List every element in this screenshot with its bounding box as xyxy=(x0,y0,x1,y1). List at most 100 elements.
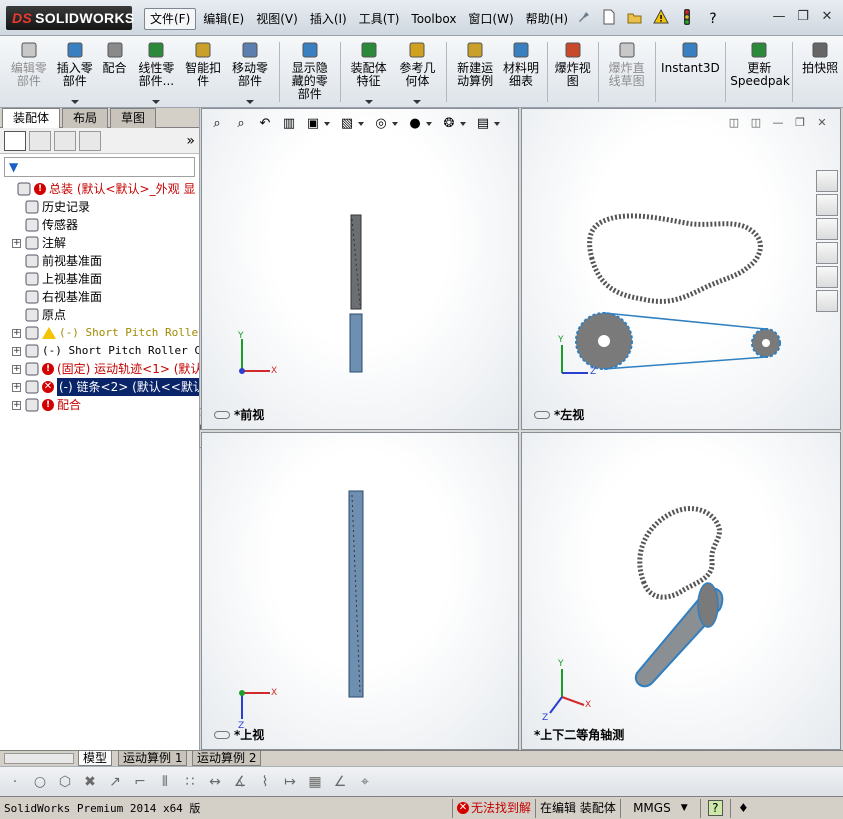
configuration-manager-tab-icon[interactable] xyxy=(54,131,76,151)
cmd-speedpak-button[interactable]: 更新 Speedpak xyxy=(730,36,790,106)
expand-icon[interactable]: + xyxy=(12,382,21,392)
viewport-front[interactable]: ⌕ ⌕ ↶ ▥ ▣ ▧ ◎ ● ❂ ▤ Y X *前视 xyxy=(201,108,519,430)
tag-icon[interactable]: ♦ xyxy=(729,798,756,818)
viewport-isometric[interactable]: Y X Z *上下二等角轴测 xyxy=(521,432,841,750)
menu-insert[interactable]: 插入(I) xyxy=(305,8,352,30)
menu-help[interactable]: 帮助(H) xyxy=(521,8,573,30)
feature-tree-filter[interactable]: ▼ xyxy=(4,157,195,177)
dropdown-arrow-icon[interactable] xyxy=(245,100,254,104)
menu-file[interactable]: 文件(F) xyxy=(144,8,197,30)
quick-snaps-icon[interactable]: ⌖ xyxy=(356,773,374,791)
grid-icon[interactable]: ▦ xyxy=(306,773,324,791)
feature-tree-item[interactable]: +! 配合 xyxy=(4,396,199,414)
cmd-move-component-button[interactable]: 移动零 部件 xyxy=(225,36,275,106)
dropdown-arrow-icon[interactable] xyxy=(364,100,373,104)
cmd-linear-pattern-button[interactable]: 线性零 部件... xyxy=(131,36,181,106)
cmd-assembly-feature-button[interactable]: 装配体 特征 xyxy=(345,36,393,106)
expand-icon[interactable]: + xyxy=(12,238,21,248)
feature-tree-item[interactable]: + (-) Short Pitch Roller xyxy=(4,324,199,342)
tab-motion-study-1[interactable]: 运动算例 1 xyxy=(118,751,188,766)
menu-toolbox[interactable]: Toolbox xyxy=(406,8,461,30)
circle-icon[interactable]: ○ xyxy=(31,773,49,791)
cmd-exploded-view-button[interactable]: 爆炸视 图 xyxy=(552,36,594,106)
dropdown-arrow-icon[interactable] xyxy=(152,100,161,104)
custom-properties-icon[interactable] xyxy=(816,290,838,312)
polygon-icon[interactable]: ⬡ xyxy=(56,773,74,791)
cmd-explode-line-sketch-button[interactable]: 爆炸直 线草图 xyxy=(603,36,651,106)
feature-tree-item[interactable]: + (-) Short Pitch Roller Cha xyxy=(4,342,199,360)
status-help[interactable]: ? xyxy=(699,798,730,818)
trim-icon[interactable]: ✖ xyxy=(81,773,99,791)
tab-sketch[interactable]: 草图 xyxy=(110,108,157,128)
expand-icon[interactable]: + xyxy=(12,346,21,356)
feature-tree-item[interactable]: 上视基准面 xyxy=(4,270,199,288)
cmd-reference-geometry-button[interactable]: 参考几 何体 xyxy=(392,36,442,106)
filter-icon[interactable]: ▼ xyxy=(9,160,18,174)
cmd-mate-button[interactable]: 配合 xyxy=(98,36,132,106)
feature-tree-item[interactable]: 传感器 xyxy=(4,216,199,234)
viewport-left[interactable]: ◫ ◫ — ❐ ✕ Y Z *左视 xyxy=(521,108,841,430)
horizontal-scrollbar[interactable] xyxy=(4,753,74,764)
display-manager-tab-icon[interactable] xyxy=(79,131,101,151)
feature-tree-item[interactable]: +! (固定) 运动轨迹<1> (默认 xyxy=(4,360,199,378)
link-views-icon[interactable] xyxy=(534,410,550,419)
feature-tree-item[interactable]: ! 总装 (默认<默认>_外观 显 xyxy=(4,180,199,198)
close-icon[interactable]: ✕ xyxy=(817,8,837,26)
status-units[interactable]: MMGS ▼ xyxy=(619,798,700,818)
cmd-snapshot-button[interactable]: 拍快照 xyxy=(797,36,843,106)
link-views-icon[interactable] xyxy=(214,730,230,739)
traffic-light-icon[interactable] xyxy=(676,8,698,30)
pin-icon[interactable] xyxy=(572,8,594,30)
expand-icon[interactable]: + xyxy=(12,400,21,410)
tab-model[interactable]: 模型 xyxy=(78,751,113,766)
menu-edit[interactable]: 编辑(E) xyxy=(198,8,249,30)
rebuild-warning-icon[interactable] xyxy=(650,8,672,30)
display-relations-icon[interactable]: ∡ xyxy=(231,773,249,791)
link-views-icon[interactable] xyxy=(214,410,230,419)
feature-tree-item[interactable]: 历史记录 xyxy=(4,198,199,216)
convert-icon[interactable]: ↗ xyxy=(106,773,124,791)
feature-tree-item[interactable]: 右视基准面 xyxy=(4,288,199,306)
menu-window[interactable]: 窗口(W) xyxy=(463,8,518,30)
cmd-instant3d-button[interactable]: Instant3D xyxy=(660,36,722,106)
offset-icon[interactable]: ⌐ xyxy=(131,773,149,791)
design-library-icon[interactable] xyxy=(816,194,838,216)
viewport-top[interactable]: X Z *上视 xyxy=(201,432,519,750)
cmd-edit-component-button[interactable]: 编辑零 部件 xyxy=(6,36,52,106)
linear-sketch-pattern-icon[interactable]: ∷ xyxy=(181,773,199,791)
minimize-icon[interactable]: — xyxy=(769,8,789,26)
view-palette-icon[interactable] xyxy=(816,242,838,264)
rapid-sketch-icon[interactable]: ⌇ xyxy=(256,773,274,791)
feature-tree-item[interactable]: 前视基准面 xyxy=(4,252,199,270)
tab-motion-study-2[interactable]: 运动算例 2 xyxy=(192,751,262,766)
home-icon[interactable] xyxy=(816,170,838,192)
feature-tree-item[interactable]: + 注解 xyxy=(4,234,199,252)
expand-icon[interactable]: + xyxy=(12,328,21,338)
feature-tree-item[interactable]: + ✕ (-) 链条<2> (默认<<默认 xyxy=(4,378,199,396)
help-icon[interactable]: ? xyxy=(702,8,724,30)
feature-manager-tab-icon[interactable] xyxy=(4,131,26,151)
expand-icon[interactable]: + xyxy=(12,364,21,374)
open-icon[interactable] xyxy=(624,8,646,30)
move-entities-icon[interactable]: ↔ xyxy=(206,773,224,791)
dropdown-arrow-icon[interactable] xyxy=(413,100,422,104)
cmd-smart-fastener-button[interactable]: 智能扣 件 xyxy=(181,36,225,106)
smart-dimension-icon[interactable]: ↦ xyxy=(281,773,299,791)
menu-view[interactable]: 视图(V) xyxy=(251,8,303,30)
tab-layout[interactable]: 布局 xyxy=(62,108,109,128)
mirror-icon[interactable]: ⫴ xyxy=(156,773,174,791)
restore-icon[interactable]: ❐ xyxy=(793,8,813,26)
dropdown-arrow-icon[interactable] xyxy=(70,100,79,104)
cmd-insert-component-button[interactable]: 插入零 部件 xyxy=(52,36,98,106)
status-rebuild-error[interactable]: ✕ 无法找到解 xyxy=(452,798,535,818)
menu-tools[interactable]: 工具(T) xyxy=(354,8,405,30)
point-icon[interactable]: · xyxy=(6,773,24,791)
more-tabs-icon[interactable]: » xyxy=(186,131,195,150)
property-manager-tab-icon[interactable] xyxy=(29,131,51,151)
solidworks-logo[interactable]: DS SOLIDWORKS xyxy=(6,6,134,30)
tab-assembly[interactable]: 装配体 xyxy=(2,108,61,128)
cmd-show-hidden-button[interactable]: 显示隐 藏的零 部件 xyxy=(284,36,336,106)
file-explorer-icon[interactable] xyxy=(816,218,838,240)
cmd-new-motion-study-button[interactable]: 新建运 动算例 xyxy=(451,36,499,106)
angle-icon[interactable]: ∠ xyxy=(331,773,349,791)
